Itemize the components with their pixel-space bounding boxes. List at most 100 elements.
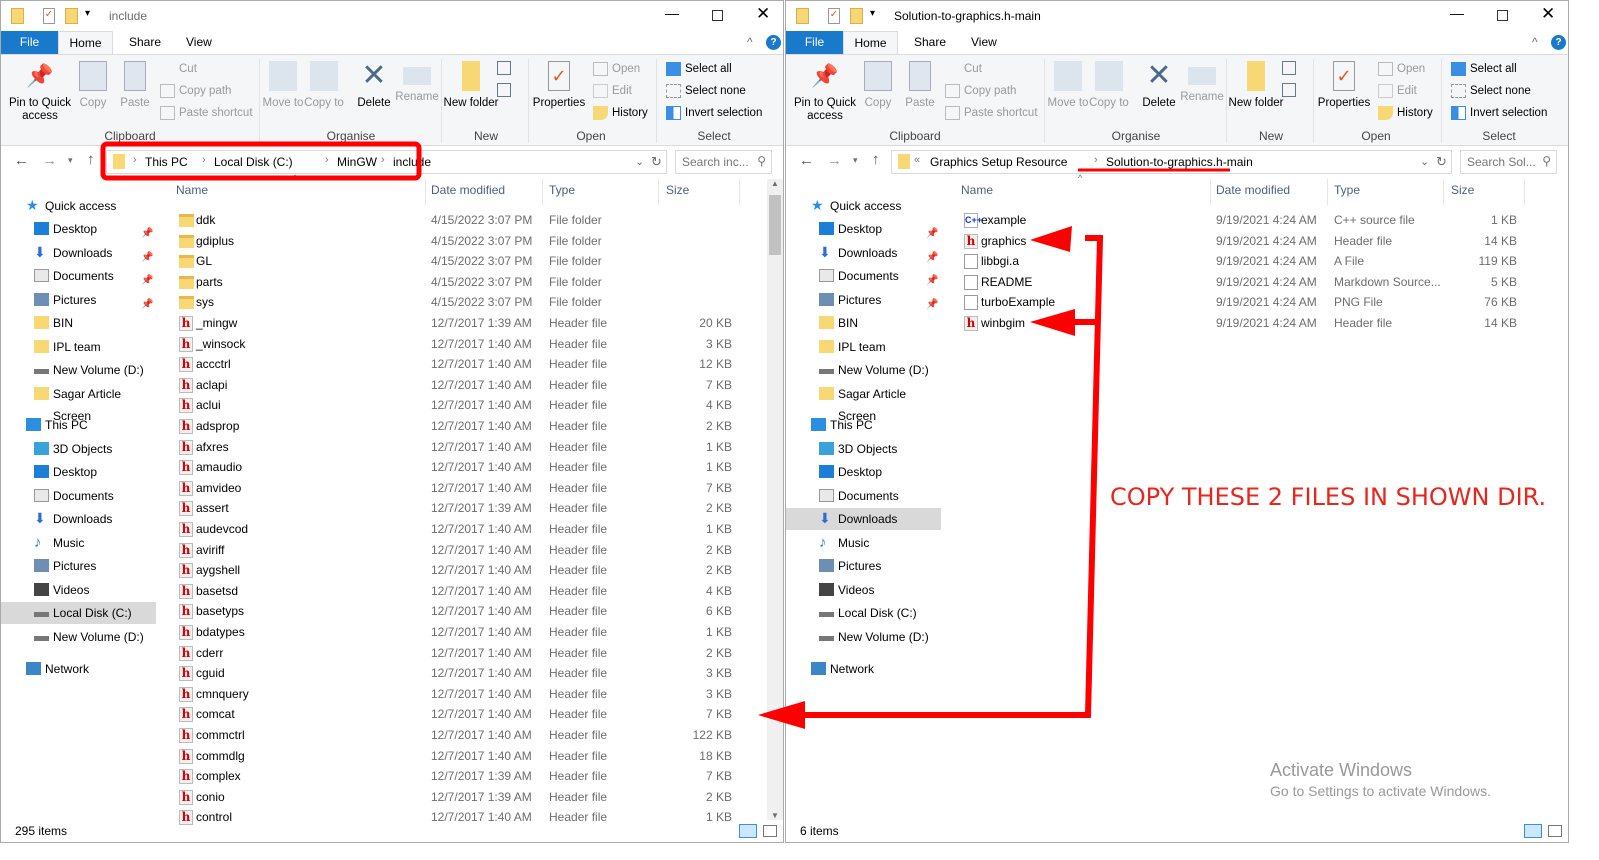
nav-item[interactable]: Desktop 📌 [1,218,156,240]
tab-view[interactable]: View [971,31,997,54]
file-row[interactable]: h aclui 12/7/2017 1:40 AM Header file 4 KB [176,395,736,415]
file-row[interactable]: h _mingw 12/7/2017 1:39 AM Header file 20 KB [176,313,736,333]
invert-selection-button[interactable]: Invert selection [666,103,762,123]
large-icons-view-button[interactable] [763,825,777,837]
recent-locations-button[interactable]: ▾ [853,155,858,166]
history-button[interactable]: History [1378,103,1433,123]
file-row[interactable]: h _winsock 12/7/2017 1:40 AM Header file 3 K… [176,334,736,354]
file-row[interactable]: h basetyps 12/7/2017 1:40 AM Header file 6 K… [176,601,736,621]
new-folder-quick-icon[interactable] [65,8,78,24]
nav-item[interactable]: IPL team [786,336,941,358]
scroll-up-icon[interactable]: ▲ [771,179,779,188]
nav-item[interactable]: ♪ Music [1,532,156,554]
new-folder-button[interactable]: New folder [442,59,500,110]
file-row[interactable]: sys 4/15/2022 3:07 PM File folder [176,292,736,312]
back-button[interactable]: ← [14,152,29,169]
file-row[interactable]: C++ example 9/19/2021 4:24 AM C++ source fi… [961,210,1521,230]
nav-item[interactable]: ♪ Music [786,532,941,554]
collapse-ribbon-icon[interactable]: ^ [747,35,753,49]
address-dropdown-icon[interactable]: ⌄ [635,155,644,168]
column-header-size[interactable]: Size [1451,183,1474,197]
nav-item[interactable]: BIN [1,312,156,334]
column-header-type[interactable]: Type [549,183,575,197]
open-button[interactable]: Open [593,59,640,79]
breadcrumb-item[interactable]: Local Disk (C:) [214,155,293,169]
breadcrumb-item[interactable]: This PC [145,155,188,169]
forward-button[interactable]: → [827,152,842,169]
details-view-button[interactable] [739,824,757,838]
vertical-scrollbar[interactable]: ▲ ▼ [767,179,783,820]
nav-item[interactable]: ⬇ Downloads [1,508,156,530]
close-button[interactable]: ✕ [756,4,770,24]
search-input[interactable]: Search inc... ⚲ [675,150,772,174]
open-button[interactable]: Open [1378,59,1425,79]
large-icons-view-button[interactable] [1548,825,1562,837]
nav-item[interactable]: Videos [1,579,156,601]
nav-item[interactable]: BIN [786,312,941,334]
properties-button[interactable]: ✓ Properties [1315,59,1373,110]
minimize-button[interactable]: — [1450,5,1464,21]
file-row[interactable]: h conio 12/7/2017 1:39 AM Header file 2 KB [176,787,736,807]
file-row[interactable]: ddk 4/15/2022 3:07 PM File folder [176,210,736,230]
file-row[interactable]: GL 4/15/2022 3:07 PM File folder [176,251,736,271]
nav-item[interactable]: New Volume (D:) [786,359,941,381]
nav-item[interactable]: IPL team [1,336,156,358]
up-button[interactable]: ↑ [87,151,95,168]
paste-button[interactable]: Paste [891,59,949,110]
column-header-name[interactable]: Name [176,183,208,197]
easy-access-icon[interactable] [1282,83,1296,97]
tab-view[interactable]: View [186,31,212,54]
nav-item[interactable]: ⬇ Downloads [786,508,941,530]
nav-item[interactable]: New Volume (D:) [1,359,156,381]
file-row[interactable]: h complex 12/7/2017 1:39 AM Header file 7 KB [176,766,736,786]
scroll-down-icon[interactable]: ▼ [771,811,779,820]
select-all-button[interactable]: Select all [1451,59,1517,79]
address-bar[interactable]: « Graphics Setup Resource › Solution-to-gra… [891,150,1452,174]
file-row[interactable]: h accctrl 12/7/2017 1:40 AM Header file 12 K… [176,354,736,374]
nav-item[interactable]: Pictures 📌 [786,289,941,311]
file-row[interactable]: h bdatypes 12/7/2017 1:40 AM Header file 1 K… [176,622,736,642]
file-row[interactable]: h cguid 12/7/2017 1:40 AM Header file 3 KB [176,663,736,683]
rename-button[interactable]: Rename [1173,59,1231,104]
file-row[interactable]: libbgi.a 9/19/2021 4:24 AM A File 119 KB [961,251,1521,271]
file-row[interactable]: h amvideo 12/7/2017 1:40 AM Header file 7 KB [176,478,736,498]
nav-item[interactable]: 3D Objects [786,438,941,460]
properties-quick-icon[interactable]: ✓ [828,8,840,24]
nav-item[interactable]: Network [1,658,156,680]
nav-item[interactable]: New Volume (D:) [1,626,156,648]
new-folder-quick-icon[interactable] [850,8,863,24]
file-row[interactable]: h aviriff 12/7/2017 1:40 AM Header file 2 KB [176,540,736,560]
column-header-date[interactable]: Date modified [431,183,505,197]
forward-button[interactable]: → [42,152,57,169]
tab-file[interactable]: File [1,31,58,54]
properties-button[interactable]: ✓ Properties [530,59,588,110]
nav-item[interactable]: Local Disk (C:) [1,602,156,624]
minimize-button[interactable]: — [665,5,679,21]
quick-access-dropdown-icon[interactable]: ▾ [85,8,90,19]
select-all-button[interactable]: Select all [666,59,732,79]
nav-item[interactable]: ★ Quick access [786,195,941,217]
nav-item[interactable]: ⬇ Downloads 📌 [1,242,156,264]
close-button[interactable]: ✕ [1541,4,1555,24]
breadcrumb-item[interactable]: MinGW [337,155,377,169]
select-none-button[interactable]: Select none [1451,81,1531,101]
properties-quick-icon[interactable]: ✓ [43,8,55,24]
file-row[interactable]: h comcat 12/7/2017 1:40 AM Header file 7 KB [176,704,736,724]
help-icon[interactable]: ? [766,35,781,50]
address-bar[interactable]: › This PC › Local Disk (C:) › MinGW › include ⌄ ↻ [106,150,667,174]
maximize-button[interactable] [1497,10,1508,21]
help-icon[interactable]: ? [1551,35,1566,50]
nav-item[interactable]: ⬇ Downloads 📌 [786,242,941,264]
tab-file[interactable]: File [786,31,843,54]
back-button[interactable]: ← [799,152,814,169]
rename-button[interactable]: Rename [388,59,446,104]
breadcrumb-item[interactable]: Solution-to-graphics.h-main [1106,155,1253,169]
file-row[interactable]: parts 4/15/2022 3:07 PM File folder [176,272,736,292]
history-button[interactable]: History [593,103,648,123]
new-folder-button[interactable]: New folder [1227,59,1285,110]
tab-share[interactable]: Share [914,31,946,54]
select-none-button[interactable]: Select none [666,81,746,101]
cut-button[interactable]: Cut [945,59,982,79]
file-row[interactable]: h aygshell 12/7/2017 1:40 AM Header file 2 K… [176,560,736,580]
nav-item[interactable]: ★ Quick access [1,195,156,217]
